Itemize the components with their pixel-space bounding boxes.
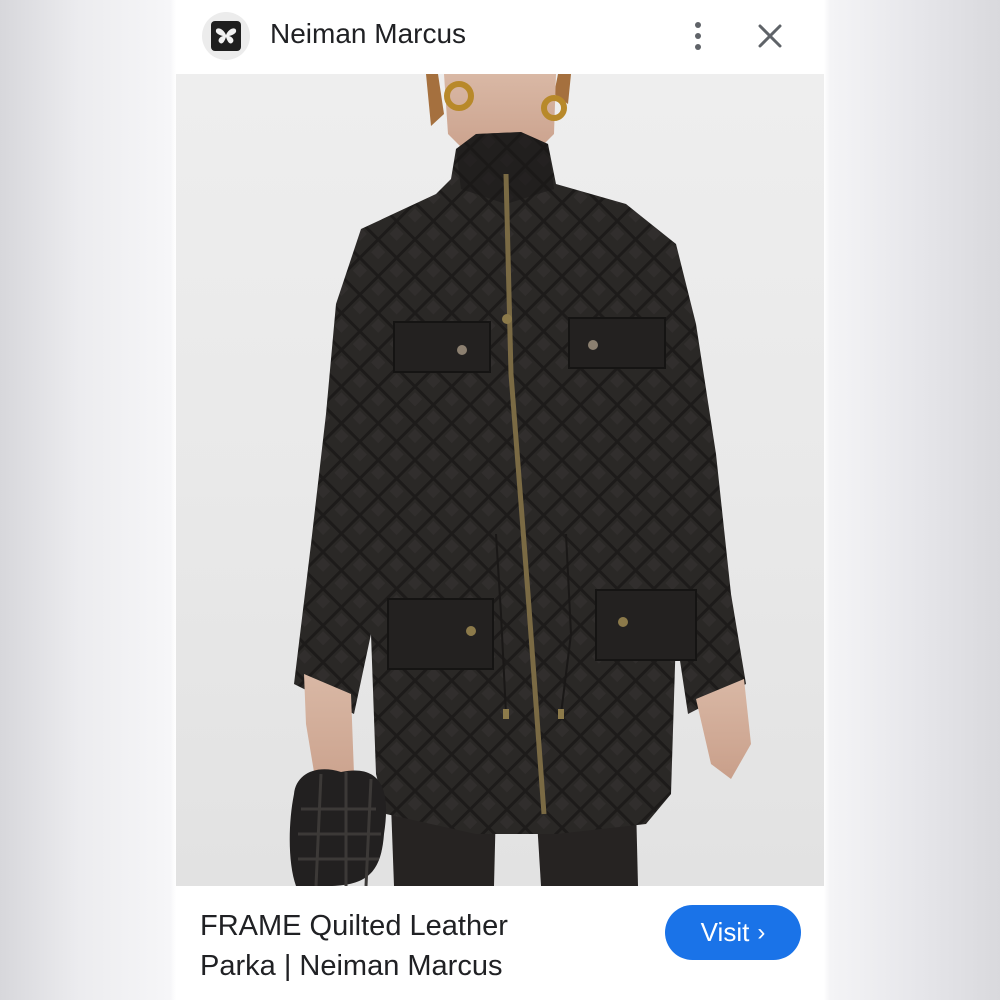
image-viewer-panel: Neiman Marcus FRAME Quilted Leather Park… bbox=[176, 0, 824, 1000]
site-name[interactable]: Neiman Marcus bbox=[270, 18, 466, 50]
site-favicon[interactable] bbox=[202, 12, 250, 60]
product-image[interactable] bbox=[176, 74, 824, 886]
source-header: Neiman Marcus bbox=[176, 0, 824, 74]
chevron-right-icon: › bbox=[757, 918, 766, 946]
product-title[interactable]: FRAME Quilted Leather Parka | Neiman Mar… bbox=[200, 906, 620, 986]
more-vert-icon bbox=[695, 22, 701, 28]
close-button[interactable] bbox=[754, 18, 786, 54]
result-caption: FRAME Quilted Leather Parka | Neiman Mar… bbox=[176, 886, 824, 1000]
product-title-line-2: Parka | Neiman Marcus bbox=[200, 950, 503, 982]
butterfly-logo-icon bbox=[211, 21, 241, 51]
parka-photo bbox=[289, 74, 751, 886]
more-options-button[interactable] bbox=[684, 16, 712, 56]
visit-button[interactable]: Visit › bbox=[665, 905, 801, 960]
close-icon bbox=[758, 24, 782, 48]
visit-button-label: Visit bbox=[700, 917, 750, 947]
product-title-line-1: FRAME Quilted Leather bbox=[200, 910, 508, 942]
